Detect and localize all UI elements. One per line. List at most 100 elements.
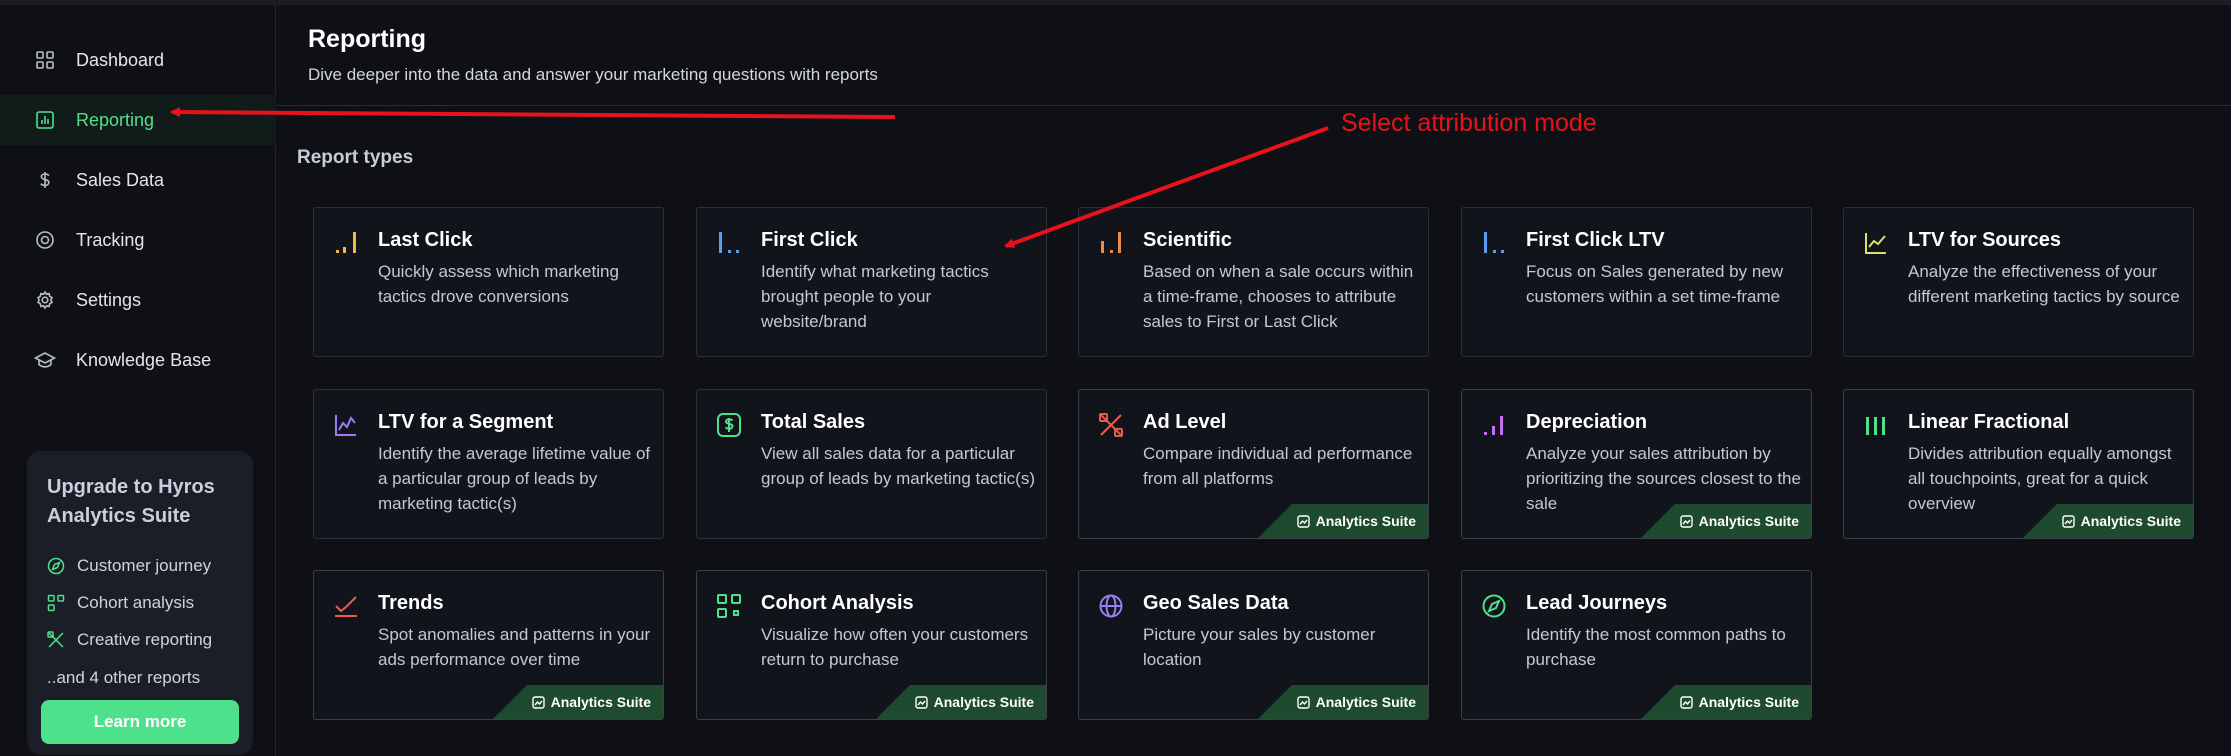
report-card-first-click[interactable]: First Click Identify what marketing tacti… — [696, 207, 1047, 357]
report-card-linear-fractional[interactable]: Linear Fractional Divides attribution equ… — [1843, 389, 2194, 539]
report-card-total-sales[interactable]: Total Sales View all sales data for a par… — [696, 389, 1047, 539]
last-click-icon — [333, 230, 359, 256]
sidebar-nav: Dashboard Reporting Sales Data Tracking … — [0, 35, 276, 395]
report-card-description: Identify the average lifetime value of a… — [378, 444, 651, 513]
analytics-suite-badge: Analytics Suite — [876, 685, 1046, 719]
sidebar-item-tracking[interactable]: Tracking — [0, 215, 276, 265]
analytics-chart-icon — [1679, 514, 1693, 528]
segment-chart-icon — [333, 412, 359, 438]
main-content: Reporting Dive deeper into the data and … — [277, 0, 2231, 756]
sidebar-item-settings[interactable]: Settings — [0, 275, 276, 325]
report-card-cohort-analysis[interactable]: Cohort Analysis Visualize how often your … — [696, 570, 1047, 720]
globe-icon — [1098, 593, 1124, 619]
upgrade-feature-label: Cohort analysis — [77, 592, 195, 612]
ad-level-icon — [1098, 412, 1124, 438]
report-card-description: Focus on Sales generated by new customer… — [1526, 262, 1784, 306]
report-card-description: View all sales data for a particular gro… — [761, 444, 1036, 488]
report-card-title: Cohort Analysis — [761, 592, 914, 614]
analytics-chart-icon — [2061, 514, 2075, 528]
sidebar-item-sales-data[interactable]: Sales Data — [0, 155, 276, 205]
compass-icon — [1481, 593, 1507, 619]
badge-label: Analytics Suite — [1315, 694, 1416, 710]
report-card-title: Lead Journeys — [1526, 592, 1668, 614]
upgrade-feature-item: Customer journey — [47, 547, 233, 584]
report-card-title: LTV for a Segment — [378, 411, 554, 433]
learn-more-button[interactable]: Learn more — [41, 700, 239, 744]
report-card-description: Compare individual ad performance from a… — [1143, 444, 1413, 488]
sidebar-item-label: Sales Data — [76, 169, 165, 190]
first-click-icon — [716, 230, 742, 256]
analytics-chart-icon — [914, 695, 928, 709]
analytics-chart-icon — [1296, 514, 1310, 528]
first-click-ltv-icon — [1481, 230, 1507, 256]
report-card-title: Trends — [378, 592, 444, 614]
page-subtitle: Dive deeper into the data and answer you… — [308, 65, 878, 84]
sidebar: Dashboard Reporting Sales Data Tracking … — [0, 0, 276, 756]
badge-label: Analytics Suite — [1698, 513, 1799, 529]
report-card-description: Based on when a sale occurs within a tim… — [1143, 262, 1414, 331]
bar-chart-icon — [34, 109, 56, 131]
report-card-description: Analyze the effectiveness of your differ… — [1908, 262, 2180, 306]
sidebar-item-label: Settings — [76, 289, 142, 310]
depreciation-icon — [1481, 412, 1507, 438]
report-card-last-click[interactable]: Last Click Quickly assess which marketing… — [313, 207, 664, 357]
report-card-description: Identify the most common paths to purcha… — [1526, 625, 1786, 669]
sidebar-item-knowledge-base[interactable]: Knowledge Base — [0, 335, 276, 385]
gear-icon — [34, 289, 56, 311]
graduation-cap-icon — [34, 349, 56, 371]
report-card-description: Quickly assess which marketing tactics d… — [378, 262, 619, 306]
dollar-box-icon — [716, 412, 742, 438]
section-title: Report types — [297, 147, 414, 168]
analytics-suite-badge: Analytics Suite — [1258, 685, 1428, 719]
badge-label: Analytics Suite — [1315, 513, 1416, 529]
report-card-depreciation[interactable]: Depreciation Analyze your sales attributi… — [1461, 389, 1812, 539]
cohort-icon — [716, 593, 742, 619]
page-title: Reporting — [308, 25, 427, 53]
report-card-description: Identify what marketing tactics brought … — [761, 262, 989, 331]
report-card-ltv-for-sources[interactable]: LTV for Sources Analyze the effectiveness… — [1843, 207, 2194, 357]
report-card-title: Linear Fractional — [1908, 411, 2070, 433]
sidebar-item-dashboard[interactable]: Dashboard — [0, 35, 276, 85]
report-card-title: Geo Sales Data — [1143, 592, 1289, 614]
report-card-description: Visualize how often your customers retur… — [761, 625, 1029, 669]
report-card-lead-journeys[interactable]: Lead Journeys Identify the most common pa… — [1461, 570, 1812, 720]
report-card-first-click-ltv[interactable]: First Click LTV Focus on Sales generated … — [1461, 207, 1812, 357]
report-card-title: Depreciation — [1526, 411, 1648, 433]
report-card-title: First Click LTV — [1526, 229, 1665, 251]
report-card-ad-level[interactable]: Ad Level Compare individual ad performanc… — [1078, 389, 1429, 539]
analytics-suite-badge: Analytics Suite — [1258, 504, 1428, 538]
upgrade-panel: Upgrade to Hyros Analytics Suite Custome… — [27, 451, 253, 755]
report-card-geo-sales-data[interactable]: Geo Sales Data Picture your sales by cust… — [1078, 570, 1429, 720]
report-card-title: Ad Level — [1143, 411, 1227, 433]
trends-icon — [333, 593, 359, 619]
badge-label: Analytics Suite — [1698, 694, 1799, 710]
report-card-title: Total Sales — [761, 411, 866, 433]
report-card-trends[interactable]: Trends Spot anomalies and patterns in you… — [313, 570, 664, 720]
report-card-title: Scientific — [1143, 229, 1232, 251]
cohort-icon — [47, 594, 65, 612]
badge-label: Analytics Suite — [550, 694, 651, 710]
upgrade-feature-label: Creative reporting — [77, 629, 213, 649]
analytics-suite-badge: Analytics Suite — [1641, 685, 1811, 719]
target-icon — [34, 229, 56, 251]
analytics-chart-icon — [531, 695, 545, 709]
report-card-ltv-for-a-segment[interactable]: LTV for a Segment Identify the average li… — [313, 389, 664, 539]
annotation-label: Select attribution mode — [1341, 109, 1597, 137]
sidebar-item-label: Dashboard — [76, 49, 165, 70]
report-card-scientific[interactable]: Scientific Based on when a sale occurs wi… — [1078, 207, 1429, 357]
report-card-title: Last Click — [378, 229, 473, 251]
grid-icon — [34, 49, 56, 71]
report-card-description: Picture your sales by customer location — [1143, 625, 1376, 669]
sidebar-item-reporting[interactable]: Reporting — [0, 95, 276, 145]
badge-label: Analytics Suite — [933, 694, 1034, 710]
report-card-description: Spot anomalies and patterns in your ads … — [378, 625, 651, 669]
upgrade-feature-item: Cohort analysis — [47, 584, 233, 621]
linear-bars-icon — [1863, 412, 1889, 438]
trend-line-icon — [1863, 230, 1889, 256]
page-header: Reporting Dive deeper into the data and … — [277, 5, 2231, 106]
sidebar-item-label: Knowledge Base — [76, 349, 212, 370]
upgrade-feature-list: Customer journey Cohort analysis Creativ… — [47, 547, 233, 696]
analytics-chart-icon — [1296, 695, 1310, 709]
dollar-icon — [34, 169, 56, 191]
upgrade-feature-item: Creative reporting — [47, 621, 233, 658]
